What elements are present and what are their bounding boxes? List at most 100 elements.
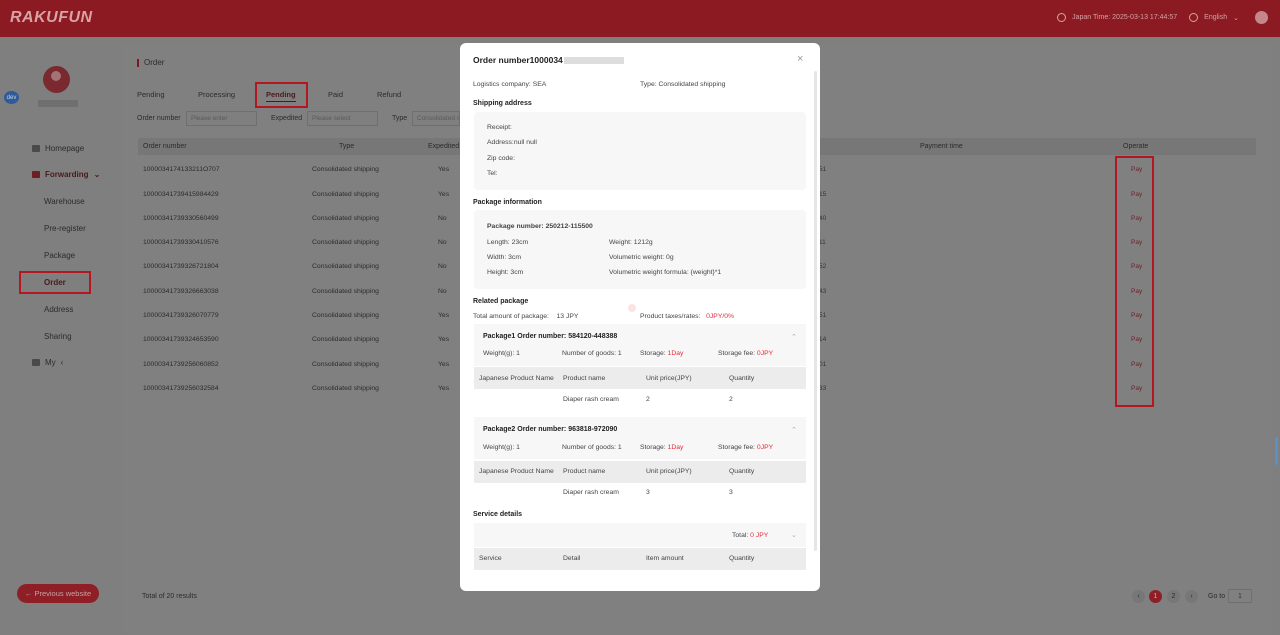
chevron-down-icon[interactable]: ⌄ [791, 531, 797, 539]
package1-title: Package1 Order number: 584120-448388 [483, 333, 617, 340]
page-scrollbar[interactable] [1275, 437, 1278, 465]
total-amount-label: Total amount of package: [473, 313, 549, 320]
page-2-button[interactable]: 2 [1167, 590, 1180, 603]
chevron-down-icon: ⌄ [93, 170, 101, 179]
package1-fee: Storage fee: 0JPY [718, 350, 773, 357]
fee-label: Storage fee: [718, 444, 756, 451]
chevron-up-icon[interactable]: ⌃ [791, 333, 797, 341]
table-row-type: Consolidated shipping [312, 191, 379, 198]
table-row-expedited: Yes [438, 336, 450, 343]
table-row-order-number: 10000341739330410576 [143, 239, 219, 246]
package1-number: 584120-448388 [568, 333, 618, 340]
table-row-type: Consolidated shipping [312, 288, 379, 295]
table-row-payment-time-partial: 33 [819, 385, 827, 392]
shipping-type: Type: Consolidated shipping [640, 81, 725, 88]
japan-time: Japan Time: 2025-03-13 17:44:57 [1072, 14, 1178, 21]
table-row-expedited: Yes [438, 312, 450, 319]
zip-code: Zip code: [487, 155, 515, 162]
dev-badge[interactable]: dev [4, 91, 19, 104]
sidebar-item-warehouse[interactable]: Warehouse [44, 197, 85, 206]
table-row-expedited: Yes [438, 385, 450, 392]
tab-refund[interactable]: Refund [377, 90, 401, 99]
page-title: Order [144, 58, 165, 67]
language-select[interactable]: English [1204, 14, 1227, 21]
sidebar-item-forwarding[interactable]: Forwarding ⌄ [32, 170, 100, 179]
package2-storage: Storage: 1Day [640, 444, 683, 451]
pay-column-highlight-box [1115, 156, 1154, 407]
sidebar-item-sharing[interactable]: Sharing [44, 332, 72, 341]
table-row-order-number: 1000034174133211O707 [143, 166, 220, 173]
package1-quantity: 2 [729, 396, 733, 403]
storage-label: Storage: [640, 444, 666, 451]
height: Height: 3cm [487, 269, 524, 276]
sidebar-item-label: Forwarding [45, 170, 89, 179]
expedited-select[interactable]: Please select [307, 111, 378, 126]
taxes-label: Product taxes/rates: [640, 313, 701, 320]
forwarding-icon [32, 171, 40, 178]
page-1-button[interactable]: 1 [1149, 590, 1162, 603]
previous-website-button[interactable]: ← Previous website [17, 584, 99, 603]
address: Address:null null [487, 139, 537, 146]
avatar[interactable] [43, 66, 70, 93]
col-service-quantity: Quantity [729, 555, 755, 562]
logo[interactable]: RAKUFUN [10, 9, 93, 27]
fee-value: 0JPY [756, 350, 774, 357]
volumetric-weight: Volumetric weight: 0g [609, 254, 674, 261]
weight: Weight: 1212g [609, 239, 653, 246]
fee-label: Storage fee: [718, 350, 756, 357]
table-row-order-number: 100003417394159844​29 [143, 191, 219, 198]
col-item-amount: Item amount [646, 555, 684, 562]
type-select[interactable]: Consolidated s [412, 111, 460, 126]
prev-page-button[interactable]: ‹ [1132, 590, 1145, 603]
tab-pending[interactable]: Pending [137, 90, 165, 99]
type-label: Type: [640, 81, 657, 88]
sidebar-item-package[interactable]: Package [44, 251, 75, 260]
modal-title: Order number1000034 [473, 55, 624, 65]
order-number-input[interactable]: Please enter [186, 111, 257, 126]
col-type: Type [339, 143, 355, 150]
table-row-payment-time-partial: 40 [819, 215, 827, 222]
sidebar-item-address[interactable]: Address [44, 305, 73, 314]
sidebar-item-my[interactable]: My ‹ [32, 358, 63, 367]
table-row-type: Consolidated shipping [312, 385, 379, 392]
table-row-order-number: 10000341739326070779 [143, 312, 219, 319]
cursor-dot [628, 304, 636, 312]
modal-scrollbar[interactable] [814, 71, 817, 551]
table-row-order-number: 10000341739326721804 [143, 263, 219, 270]
package1-header[interactable] [474, 324, 806, 366]
table-row-payment-time-partial: 11 [819, 239, 826, 246]
package2-header[interactable] [474, 417, 806, 459]
user-name [38, 100, 78, 107]
globe-icon[interactable] [1189, 13, 1199, 22]
table-row-expedited: No [438, 239, 447, 246]
volumetric-formula: Volumetric weight formula: {weight}*1 [609, 269, 722, 276]
logistics-company: Logistics company: SEA [473, 81, 546, 88]
top-right-tools: Japan Time: 2025-03-13 17:44:57 English … [1057, 11, 1268, 24]
user-avatar-icon[interactable] [1255, 11, 1268, 24]
service-total-value: 0 JPY [750, 532, 769, 539]
sidebar-item-homepage[interactable]: Homepage [32, 144, 84, 153]
package-number: Package number: 250212-115500 [487, 223, 593, 230]
tab-paid[interactable]: Paid [328, 90, 343, 99]
package-info-card [474, 210, 806, 289]
sidebar-item-label: My [45, 358, 56, 367]
table-row-expedited: No [438, 288, 447, 295]
table-row-expedited: Yes [438, 191, 450, 198]
tab-processing[interactable]: Processing [198, 90, 235, 99]
sidebar-item-pre-register[interactable]: Pre-register [44, 224, 86, 233]
close-icon[interactable]: × [797, 53, 803, 65]
next-page-button[interactable]: › [1185, 590, 1198, 603]
goto-input[interactable]: 1 [1228, 589, 1252, 603]
table-row-payment-time-partial: 52 [819, 263, 827, 270]
chevron-up-icon[interactable]: ⌃ [791, 426, 797, 434]
package1-goods: Number of goods: 1 [562, 350, 622, 357]
goto-label: Go to [1208, 593, 1226, 600]
receipt: Receipt: [487, 124, 512, 131]
col-unit-price: Unit price(JPY) [646, 375, 692, 382]
col-product-name: Product name [563, 468, 606, 475]
modal-title-text: Order number1000034 [473, 55, 563, 65]
logistics-value: SEA [532, 81, 547, 88]
package2-fee: Storage fee: 0JPY [718, 444, 773, 451]
table-row-payment-time-partial: 51 [819, 312, 827, 319]
package2-quantity: 3 [729, 489, 733, 496]
